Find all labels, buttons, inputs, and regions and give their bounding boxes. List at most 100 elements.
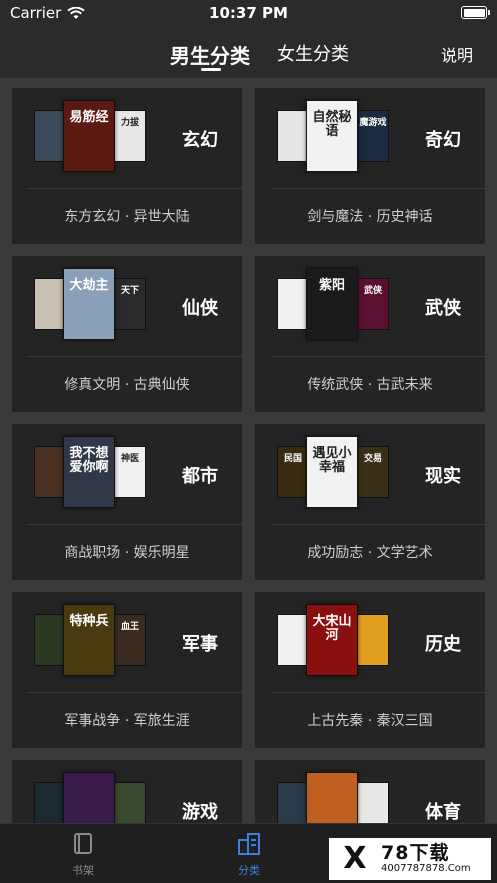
book-cover: 特种兵 — [63, 604, 115, 676]
book-cover — [277, 110, 309, 162]
tab-indicator — [201, 68, 221, 71]
watermark-url: 4007787878.Com — [381, 863, 471, 874]
category-subtitle: 上古先秦 · 秦汉三国 — [307, 713, 433, 729]
watermark-logo: X — [343, 841, 367, 876]
category-grid: 易筋经 力拔 玄幻 东方玄幻 · 异世大陆 自然秘语 魔游戏 奇幻 剑与魔法 · 历史神话 … — [0, 78, 497, 823]
category-card[interactable]: 游戏 — [12, 760, 242, 823]
category-subtitle: 修真文明 · 古典仙侠 — [64, 377, 190, 393]
book-cover: 交易 — [357, 446, 389, 498]
category-title: 现实 — [425, 466, 461, 487]
category-subtitle: 东方玄幻 · 异世大陆 — [64, 209, 190, 225]
category-subtitle: 军事战争 · 军旅生涯 — [64, 713, 190, 729]
category-card[interactable]: 大劫主天下仙侠修真文明 · 古典仙侠 — [12, 256, 242, 412]
category-title: 都市 — [182, 466, 218, 487]
book-cover: 大劫主 — [63, 268, 115, 340]
book-cover-title: 易筋经 — [69, 110, 109, 125]
category-title: 武侠 — [425, 298, 461, 319]
book-cover-title: 武侠 — [363, 286, 382, 296]
book-covers: 特种兵 血王 — [34, 604, 146, 678]
book-cover — [114, 782, 146, 823]
category-title: 仙侠 — [182, 298, 218, 319]
book-cover: 紫阳 — [306, 268, 358, 340]
category-title: 奇幻 — [425, 130, 461, 151]
book-covers: 民国 遇见小幸福 交易 — [277, 436, 389, 510]
book-cover-title: 我不想爱你啊 — [69, 446, 109, 476]
book-cover — [34, 110, 66, 162]
category-subtitle: 成功励志 · 文学艺术 — [307, 545, 433, 561]
book-cover-title: 紫阳 — [318, 278, 345, 293]
category-title: 体育 — [425, 802, 461, 823]
category-card[interactable]: 体育 — [255, 760, 485, 823]
card-divider — [28, 524, 242, 525]
book-covers: 易筋经力拔 — [34, 100, 146, 174]
book-cover-title: 自然秘语 — [312, 110, 352, 140]
clock: 10:37 PM — [209, 4, 288, 22]
card-divider — [271, 356, 485, 357]
tab-male-categories[interactable]: 男生分类 — [170, 40, 250, 69]
book-cover: 神医 — [114, 446, 146, 498]
watermark-overlay: X 78下载 4007787878.Com — [329, 838, 491, 880]
book-cover: 遇见小幸福 — [306, 436, 358, 508]
tab-category[interactable]: 分类 — [209, 832, 289, 878]
book-cover-title: 交易 — [363, 454, 382, 464]
tab-female-categories[interactable]: 女生分类 — [277, 40, 349, 66]
book-cover: 魔游戏 — [357, 110, 389, 162]
top-nav: 男生分类 女生分类 说明 — [0, 26, 497, 78]
help-button[interactable]: 说明 — [441, 42, 473, 66]
book-covers — [277, 772, 389, 823]
book-cover: 武侠 — [357, 278, 389, 330]
book-cover — [357, 614, 389, 666]
book-cover: 易筋经 — [63, 100, 115, 172]
book-cover: 大宋山河 — [306, 604, 358, 676]
category-card[interactable]: 特种兵 血王 军事 军事战争 · 军旅生涯 — [12, 592, 242, 748]
card-divider — [28, 356, 242, 357]
card-divider — [28, 692, 242, 693]
category-title: 游戏 — [182, 802, 218, 823]
category-title: 历史 — [425, 634, 461, 655]
bottom-tab-bar: 书架 分类 X 78下载 4007787878.Com — [0, 823, 497, 883]
book-cover-title: 血王 — [120, 622, 139, 632]
card-divider — [271, 524, 485, 525]
book-cover — [306, 772, 358, 823]
book-cover: 天下 — [114, 278, 146, 330]
book-cover: 力拔 — [114, 110, 146, 162]
book-cover — [34, 446, 66, 498]
book-covers: 我不想爱你啊 神医 — [34, 436, 146, 510]
category-card[interactable]: 民国 遇见小幸福 交易 现实 成功励志 · 文学艺术 — [255, 424, 485, 580]
book-covers: 自然秘语 魔游戏 — [277, 100, 389, 174]
book-cover-title: 魔游戏 — [359, 118, 387, 128]
book-cover — [277, 278, 309, 330]
tab-category-label: 分类 — [238, 864, 260, 877]
category-subtitle: 商战职场 · 娱乐明星 — [64, 545, 190, 561]
book-covers — [34, 772, 146, 823]
book-cover-title: 民国 — [283, 454, 302, 464]
book-cover — [34, 782, 66, 823]
category-subtitle: 传统武侠 · 古武未来 — [307, 377, 433, 393]
category-icon — [238, 833, 260, 855]
book-cover-title: 大劫主 — [69, 278, 109, 293]
category-title: 军事 — [182, 634, 218, 655]
category-card[interactable]: 大宋山河历史上古先秦 · 秦汉三国 — [255, 592, 485, 748]
category-card[interactable]: 我不想爱你啊 神医 都市 商战职场 · 娱乐明星 — [12, 424, 242, 580]
category-card[interactable]: 自然秘语 魔游戏 奇幻 剑与魔法 · 历史神话 — [255, 88, 485, 244]
book-cover-title: 遇见小幸福 — [312, 446, 352, 476]
book-cover — [357, 782, 389, 823]
book-cover: 血王 — [114, 614, 146, 666]
book-cover-title: 天下 — [120, 286, 139, 296]
book-cover: 我不想爱你啊 — [63, 436, 115, 508]
book-cover — [277, 782, 309, 823]
battery-icon — [461, 6, 490, 19]
category-card[interactable]: 易筋经 力拔 玄幻 东方玄幻 · 异世大陆 — [12, 88, 242, 244]
book-covers: 大宋山河 — [277, 604, 389, 678]
book-icon — [74, 833, 92, 854]
book-cover-title: 大宋山河 — [312, 614, 352, 644]
tab-bookshelf[interactable]: 书架 — [43, 832, 123, 878]
card-divider — [28, 188, 242, 189]
book-cover — [34, 614, 66, 666]
book-cover-title: 神医 — [120, 454, 139, 464]
category-subtitle: 剑与魔法 · 历史神话 — [307, 209, 433, 225]
category-title: 玄幻 — [182, 130, 218, 151]
book-cover — [34, 278, 66, 330]
book-cover-title: 力拔 — [120, 118, 139, 128]
category-card[interactable]: 紫阳 武侠 武侠 传统武侠 · 古武未来 — [255, 256, 485, 412]
